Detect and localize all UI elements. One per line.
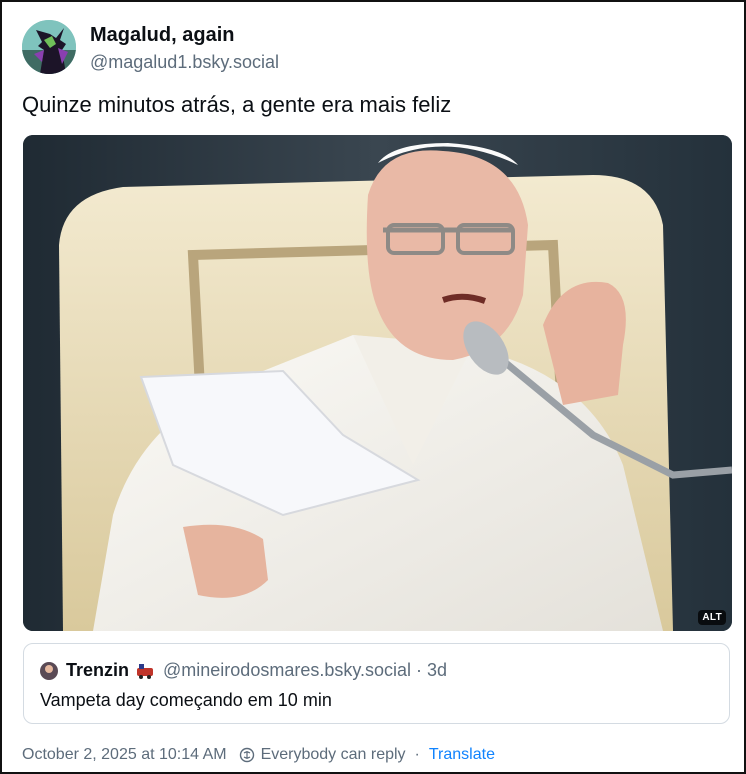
reply-settings-icon: [239, 747, 255, 763]
translate-link[interactable]: Translate: [429, 746, 495, 764]
quoted-post[interactable]: Trenzin @mineirodosmares.bsky.social · 3…: [23, 643, 730, 724]
quoted-post-separator: ·: [416, 660, 423, 680]
post-image[interactable]: ALT: [23, 135, 732, 631]
post-header: Magalud, again @magalud1.bsky.social: [22, 20, 722, 76]
author-display-name[interactable]: Magalud, again: [90, 24, 234, 47]
author-avatar[interactable]: [22, 20, 76, 74]
alt-text-badge[interactable]: ALT: [698, 610, 726, 625]
quoted-post-time[interactable]: 3d: [427, 660, 447, 681]
image-icon: [23, 135, 732, 631]
avatar-image: [22, 20, 76, 74]
quoted-post-header: Trenzin @mineirodosmares.bsky.social · 3…: [40, 660, 447, 681]
footer-separator: ·: [414, 746, 420, 763]
quoted-author-name[interactable]: Trenzin: [66, 660, 129, 681]
quoted-author-handle[interactable]: @mineirodosmares.bsky.social: [163, 660, 411, 681]
quoted-post-text: Vampeta day começando em 10 min: [40, 690, 332, 710]
train-emoji-icon: [137, 663, 154, 679]
post-timestamp[interactable]: October 2, 2025 at 10:14 AM: [22, 746, 227, 764]
quoted-author-avatar[interactable]: [40, 661, 58, 680]
author-handle[interactable]: @magalud1.bsky.social: [90, 52, 279, 73]
reply-setting-label: Everybody can reply: [260, 746, 406, 763]
post-footer: October 2, 2025 at 10:14 AM Everybody ca…: [22, 746, 495, 764]
post-text: Quinze minutos atrás, a gente era mais f…: [22, 92, 452, 117]
post-card: Magalud, again @magalud1.bsky.social Qui…: [0, 0, 746, 774]
